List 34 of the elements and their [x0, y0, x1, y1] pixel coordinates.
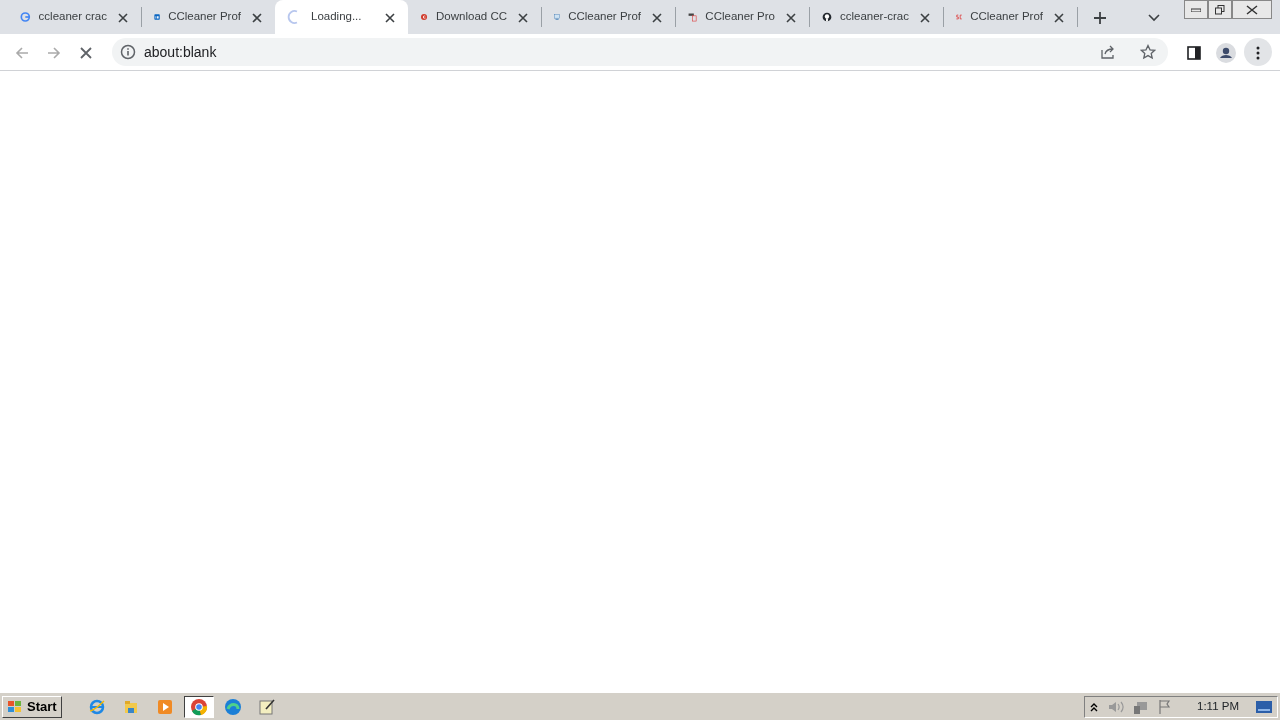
restore-button[interactable] [1208, 0, 1232, 19]
chevron-down-icon [1148, 13, 1160, 22]
side-panel-icon [1186, 44, 1202, 61]
tab[interactable]: ccleaner-crac [810, 0, 943, 34]
player-icon [155, 697, 174, 716]
taskbar-button[interactable] [183, 695, 214, 718]
info-icon[interactable] [120, 44, 136, 60]
close-icon [78, 44, 94, 61]
clock-text: 1:11 PM [1197, 698, 1239, 714]
star-icon[interactable] [1140, 44, 1156, 60]
close-window-button[interactable] [1232, 0, 1272, 19]
start-button[interactable]: Start [2, 695, 62, 718]
menu-icon [1256, 45, 1260, 60]
url-text: about:blank [144, 42, 217, 62]
show-desktop-icon[interactable] [1255, 699, 1273, 714]
circle-icon [20, 9, 31, 25]
globe-icon [87, 697, 106, 716]
plus-icon [1093, 10, 1107, 25]
tab[interactable]: CCleaner Prof [142, 0, 275, 34]
close-icon [1246, 4, 1258, 15]
address-bar[interactable]: about:blank [112, 38, 1168, 66]
minimize-icon [1191, 7, 1201, 12]
tab[interactable]: CCleaner Prof [944, 0, 1077, 34]
tab[interactable]: CCleaner Prof [542, 0, 675, 34]
tab[interactable]: ccleaner crac [8, 0, 141, 34]
restore-icon [1215, 4, 1225, 15]
tab[interactable]: CCleaner Pro [676, 0, 809, 34]
person-icon [1215, 41, 1237, 64]
tab[interactable]: Download CC [408, 0, 541, 34]
windows-logo-icon [7, 699, 23, 714]
notepad-icon [257, 697, 276, 716]
browser-icon [189, 697, 208, 716]
share-icon[interactable] [1100, 44, 1116, 60]
tab[interactable]: Loading... [275, 0, 408, 34]
